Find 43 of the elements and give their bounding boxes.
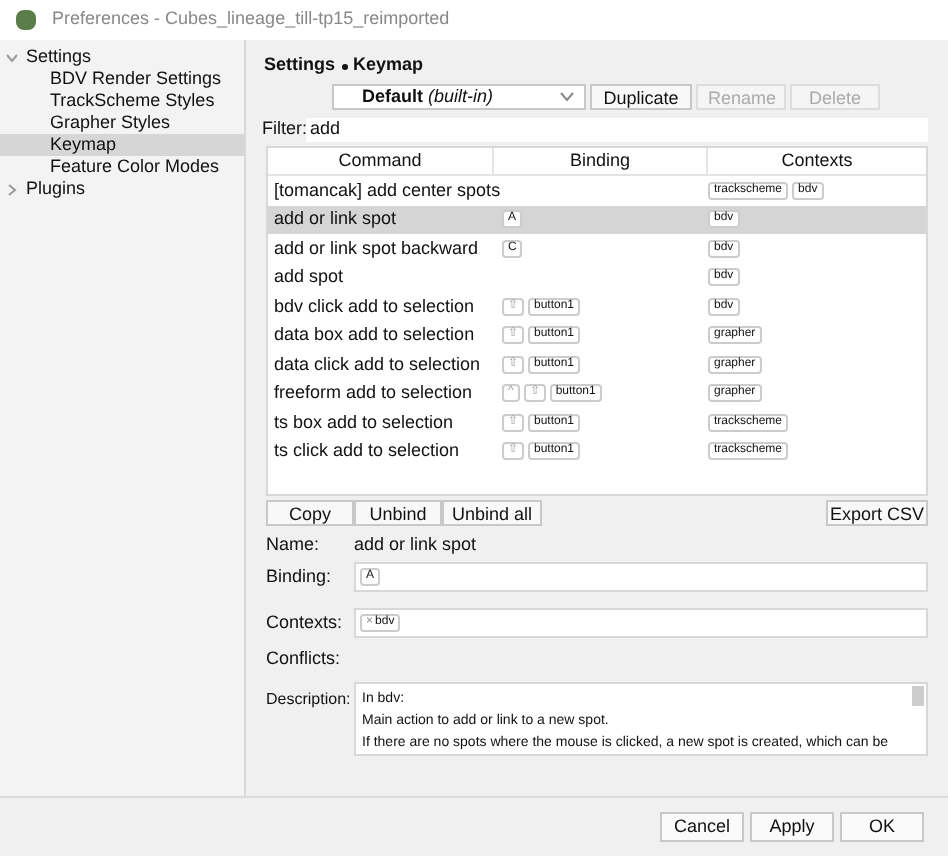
tree-item[interactable]: BDV Render Settings [0, 68, 244, 90]
command-cell-text: bdv click add to selection [272, 293, 477, 319]
command-cell-text: add or link spot [272, 206, 399, 232]
expander-icon[interactable] [6, 183, 18, 195]
dialog-button[interactable]: Cancel [660, 812, 744, 842]
tree-item[interactable]: Feature Color Modes [0, 156, 244, 178]
tree-item[interactable]: Settings [0, 46, 244, 68]
window-title: Preferences - Cubes_lineage_till-tp15_reimported [52, 6, 450, 33]
breadcrumb-item: Keymap [353, 52, 424, 79]
name-value: add or link spot [354, 532, 477, 559]
table-action-button[interactable]: Unbind all [442, 500, 542, 526]
expander-icon[interactable] [6, 51, 18, 63]
command-cell-text: data click add to selection [272, 351, 483, 377]
table-action-button[interactable]: Copy [266, 500, 354, 526]
tree-item[interactable]: TrackScheme Styles [0, 90, 244, 112]
app-icon [16, 10, 36, 30]
command-cell-text: add or link spot backward [272, 235, 481, 262]
tree-item[interactable]: Keymap [0, 134, 244, 156]
chevron-down-icon [560, 92, 574, 102]
field-label: Name: [264, 532, 322, 559]
field-label: Conflicts: [264, 646, 343, 673]
export-csv-button[interactable]: Export CSV [826, 500, 928, 526]
command-cell-text: data box add to selection [272, 322, 477, 348]
command-cell-text: ts click add to selection [272, 438, 462, 464]
command-cell-text: add spot [272, 264, 346, 290]
filter-field[interactable]: add [306, 118, 928, 142]
keymap-dropdown[interactable]: Default (built-in) [332, 84, 586, 110]
field-label: Contexts: [264, 609, 345, 636]
scrollbar-thumb[interactable] [912, 686, 924, 706]
field-label: Description: [264, 688, 350, 712]
table-action-button[interactable]: Unbind [354, 500, 442, 526]
tree-item[interactable]: Grapher Styles [0, 112, 244, 134]
keymap-button[interactable]: Duplicate [590, 84, 692, 110]
field-label: Binding: [264, 563, 334, 590]
command-cell-text: freeform add to selection [272, 380, 475, 406]
dialog-button[interactable]: OK [840, 812, 924, 842]
dialog-button[interactable]: Apply [750, 812, 834, 842]
tree-item[interactable]: Plugins [0, 178, 244, 200]
breadcrumb-item: Settings [264, 52, 336, 79]
column-header[interactable]: Command [268, 148, 494, 175]
column-header[interactable]: Binding [494, 148, 708, 175]
column-header[interactable]: Contexts [708, 148, 926, 175]
command-cell-text: ts box add to selection [272, 409, 456, 435]
